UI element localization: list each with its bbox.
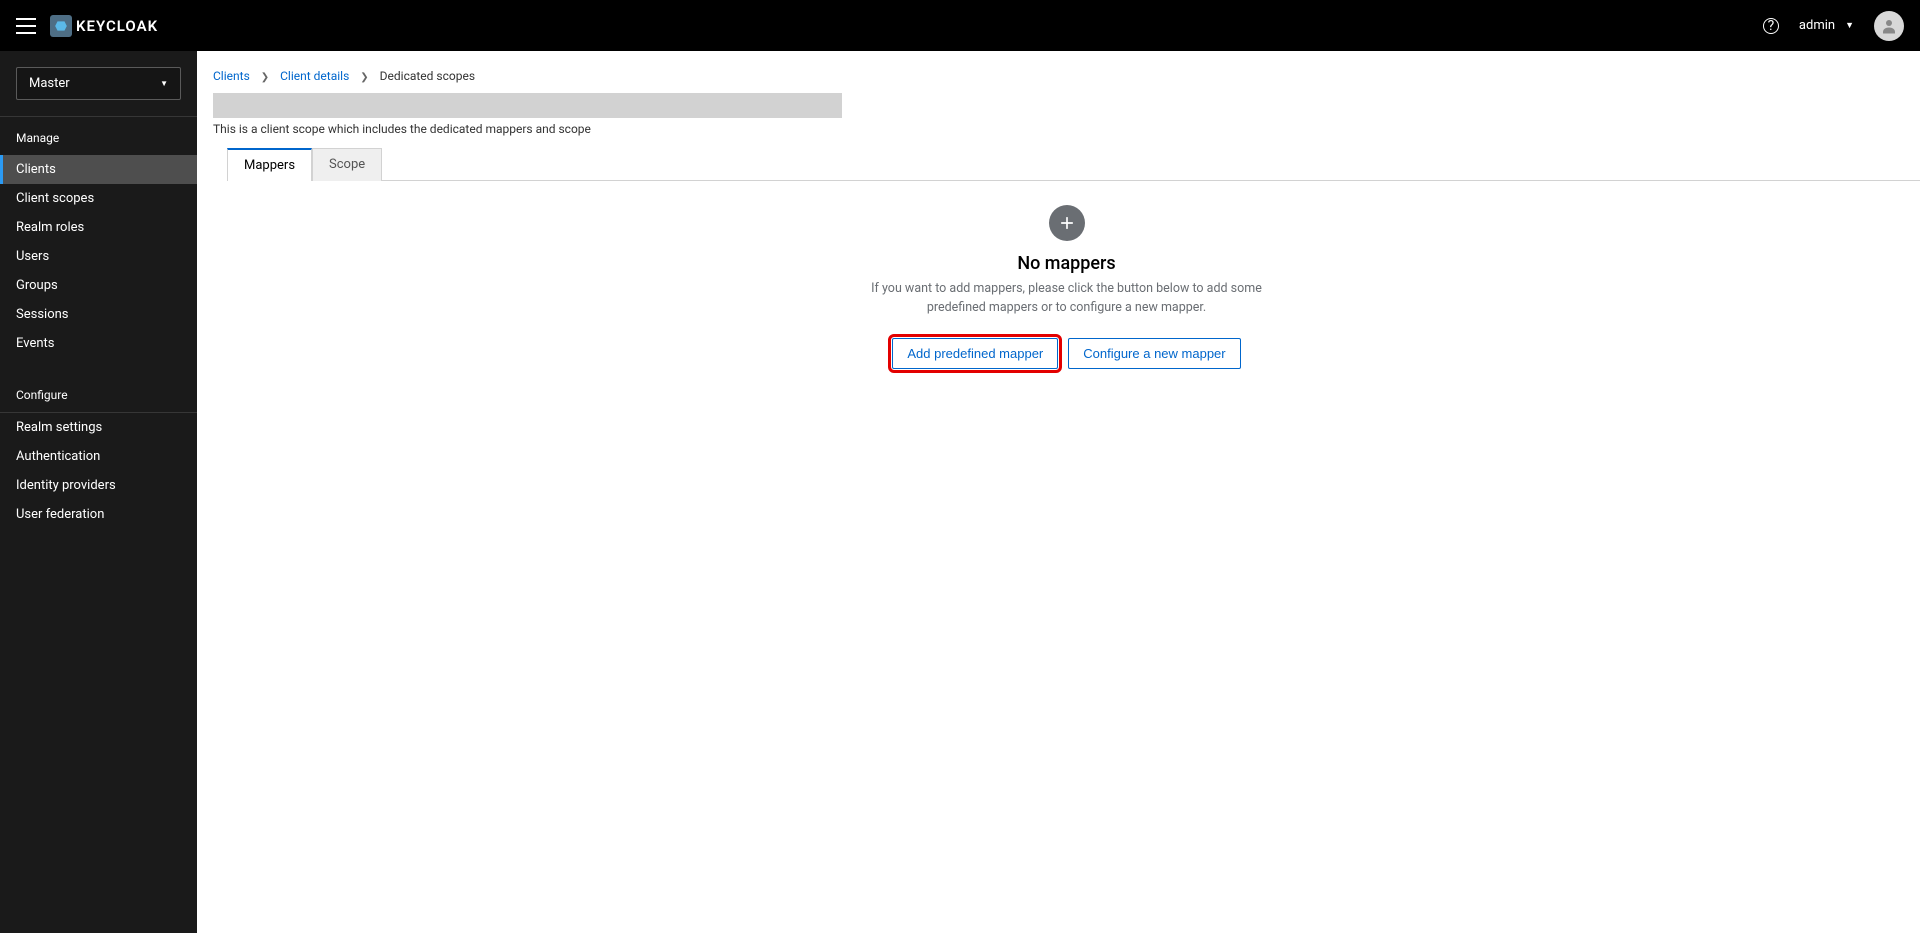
menu-toggle-button[interactable] (16, 18, 36, 34)
page-subtitle: This is a client scope which includes th… (213, 122, 1920, 136)
sidebar: Master ▼ Manage Clients Client scopes Re… (0, 51, 197, 933)
breadcrumb: Clients ❯ Client details ❯ Dedicated sco… (213, 67, 1920, 93)
sidebar-item-sessions[interactable]: Sessions (0, 300, 197, 329)
breadcrumb-current: Dedicated scopes (380, 69, 475, 83)
logo[interactable]: KEYCLOAK (50, 15, 158, 37)
section-configure: Configure (0, 374, 197, 412)
logo-text: KEYCLOAK (76, 17, 158, 35)
sidebar-item-authentication[interactable]: Authentication (0, 442, 197, 471)
top-header: KEYCLOAK ? admin ▼ (0, 0, 1920, 51)
caret-down-icon: ▼ (1845, 20, 1854, 31)
section-manage: Manage (0, 117, 197, 155)
sidebar-item-clients[interactable]: Clients (0, 155, 197, 184)
caret-down-icon: ▼ (160, 79, 168, 88)
keycloak-logo-icon (50, 15, 72, 37)
sidebar-item-identity-providers[interactable]: Identity providers (0, 471, 197, 500)
user-menu[interactable]: admin ▼ (1799, 18, 1854, 33)
title-skeleton (213, 93, 842, 118)
chevron-right-icon: ❯ (261, 72, 269, 83)
sidebar-item-user-federation[interactable]: User federation (0, 500, 197, 529)
header-right: ? admin ▼ (1763, 11, 1904, 41)
help-icon[interactable]: ? (1763, 18, 1779, 34)
sidebar-item-groups[interactable]: Groups (0, 271, 197, 300)
configure-new-mapper-button[interactable]: Configure a new mapper (1068, 338, 1240, 369)
plus-circle-icon (1049, 205, 1085, 241)
add-predefined-mapper-button[interactable]: Add predefined mapper (892, 338, 1058, 369)
main-content: Clients ❯ Client details ❯ Dedicated sco… (197, 51, 1920, 393)
empty-description: If you want to add mappers, please click… (857, 280, 1277, 318)
empty-actions: Add predefined mapper Configure a new ma… (817, 338, 1317, 369)
tab-scope[interactable]: Scope (312, 148, 382, 181)
sidebar-item-realm-roles[interactable]: Realm roles (0, 213, 197, 242)
breadcrumb-clients[interactable]: Clients (213, 69, 250, 83)
empty-title: No mappers (817, 253, 1317, 274)
sidebar-item-users[interactable]: Users (0, 242, 197, 271)
realm-name: Master (29, 76, 70, 91)
breadcrumb-client-details[interactable]: Client details (280, 69, 349, 83)
empty-state: No mappers If you want to add mappers, p… (797, 181, 1337, 393)
username-label: admin (1799, 18, 1835, 33)
sidebar-item-client-scopes[interactable]: Client scopes (0, 184, 197, 213)
tabs: Mappers Scope (227, 148, 1920, 181)
tab-mappers[interactable]: Mappers (227, 148, 312, 181)
chevron-right-icon: ❯ (360, 72, 368, 83)
sidebar-item-realm-settings[interactable]: Realm settings (0, 413, 197, 442)
sidebar-item-events[interactable]: Events (0, 329, 197, 358)
avatar[interactable] (1874, 11, 1904, 41)
realm-selector[interactable]: Master ▼ (16, 67, 181, 100)
header-left: KEYCLOAK (16, 15, 158, 37)
